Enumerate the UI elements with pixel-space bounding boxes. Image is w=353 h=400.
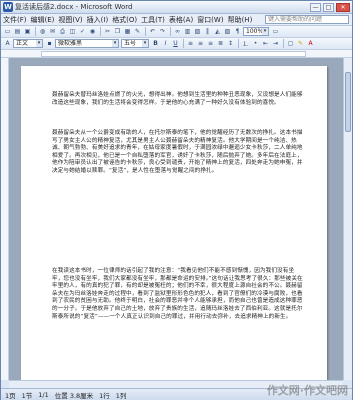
toolbar-separator	[183, 39, 184, 48]
undo-icon[interactable]: ↶	[148, 27, 157, 36]
show-hide-icon[interactable]: ¶	[233, 27, 242, 36]
toolbar-separator	[283, 39, 284, 48]
chevron-down-icon: ▾	[36, 40, 42, 47]
justify-icon[interactable]: ≣	[216, 39, 225, 48]
style-value: 正文	[16, 40, 29, 47]
increase-indent-icon[interactable]: ⇥	[271, 39, 280, 48]
style-select[interactable]: 正文 ▾	[13, 39, 43, 48]
copy-icon[interactable]: ❐	[113, 27, 122, 36]
menu-view[interactable]: 视图(V)	[58, 15, 82, 25]
bullets-icon[interactable]: •	[251, 39, 260, 48]
font-size-value: 五号	[124, 40, 137, 47]
align-center-icon[interactable]: ≡	[196, 39, 205, 48]
align-right-icon[interactable]: ≡	[206, 39, 215, 48]
menu-edit[interactable]: 编辑(E)	[31, 15, 55, 25]
status-position: 位置 3.8厘米	[54, 391, 94, 400]
menu-bar: 文件(F) 编辑(E) 视图(V) 插入(I) 格式(O) 工具(T) 表格(A…	[1, 14, 352, 26]
scrollbar-thumb[interactable]	[345, 72, 351, 132]
toolbar-separator	[170, 27, 171, 36]
status-line: 1行	[99, 391, 110, 400]
minimize-button[interactable]: —	[310, 2, 321, 12]
format-painter-icon[interactable]: ✎	[133, 27, 142, 36]
new-document-icon[interactable]: ▭	[3, 27, 12, 36]
font-value: 微软雅黑	[58, 40, 83, 47]
open-folder-icon[interactable]: ▤	[13, 27, 22, 36]
email-icon[interactable]: ✉	[48, 27, 57, 36]
bold-icon[interactable]: B	[151, 39, 160, 48]
document-area[interactable]: 聂赫留朵夫替玛丝洛娃点燃了的火光，想得出神。他想到生活里的种种丑恶现象，又设想是…	[9, 58, 343, 380]
paragraph[interactable]: 在我读这本书时，一位律师的话引起了我的注意：“我看见他们不能不感到惭愧，因为我们…	[52, 268, 303, 321]
excel-icon[interactable]: ▧	[193, 27, 202, 36]
ruler-text-area	[41, 51, 306, 57]
status-page: 1页	[5, 391, 16, 400]
numbering-icon[interactable]: ⒈	[241, 39, 250, 48]
menu-help[interactable]: 帮助(H)	[228, 15, 253, 25]
formatting-toolbar: A 正文 ▾ ▪ 微软雅黑 ▾ 五号 ▾ B I U ≡ ≡ ≡ ≣ ↕ ⒈ • ⇤ …	[1, 38, 352, 50]
font-color-style-icon[interactable]: ▪	[45, 39, 54, 48]
paste-icon[interactable]: ▦	[123, 27, 132, 36]
cut-icon[interactable]: ✂	[103, 27, 112, 36]
document-page[interactable]: 聂赫留朵夫替玛丝洛娃点燃了的火光，想得出神。他想到生活里的种种丑恶现象，又设想是…	[21, 66, 327, 380]
redo-icon[interactable]: ↷	[158, 27, 167, 36]
highlight-icon[interactable]: ✎	[296, 39, 305, 48]
font-select[interactable]: 微软雅黑 ▾	[55, 39, 119, 48]
hyperlink-icon[interactable]: ∞	[173, 27, 182, 36]
site-watermark: 作文网·作文吧网	[266, 384, 348, 397]
spelling-icon[interactable]: ✓	[78, 27, 87, 36]
styles-pane-icon[interactable]: A	[3, 39, 12, 48]
title-bar: W 复活读后感2.docx - Microsoft Word — □ ✕	[1, 1, 352, 14]
word-window: W 复活读后感2.docx - Microsoft Word — □ ✕ 文件(…	[0, 0, 353, 400]
paragraph[interactable]: 聂赫留朵夫从一个公爵变成有助的人，在托尔斯泰的笔下，他的觉醒经历了无数次的挣扎。…	[52, 130, 303, 176]
menu-tools[interactable]: 工具(T)	[141, 15, 165, 25]
chevron-down-icon: ▾	[142, 40, 148, 47]
columns-icon[interactable]: ‖	[203, 27, 212, 36]
toolbar-separator	[35, 27, 36, 36]
font-size-select[interactable]: 五号 ▾	[121, 39, 149, 48]
read-mode-icon[interactable]: ▭	[271, 27, 280, 36]
vertical-ruler[interactable]	[1, 58, 9, 380]
close-button[interactable]: ✕	[336, 2, 350, 12]
research-icon[interactable]: ◉	[88, 27, 97, 36]
menu-format[interactable]: 格式(O)	[112, 15, 137, 25]
menu-file[interactable]: 文件(F)	[3, 15, 27, 25]
save-icon[interactable]: ▣	[23, 27, 32, 36]
status-pages: 1/1	[38, 390, 49, 399]
maximize-button[interactable]: □	[323, 2, 334, 12]
zoom-select[interactable]: 100% ▾	[243, 27, 269, 36]
chevron-down-icon: ▾	[112, 40, 118, 47]
document-map-icon[interactable]: ▨	[223, 27, 232, 36]
paragraph[interactable]: 聂赫留朵夫替玛丝洛娃点燃了的火光，想得出神。他想到生活里的种种丑恶现象，又设想是…	[52, 92, 303, 107]
line-spacing-icon[interactable]: ↕	[226, 39, 235, 48]
help-search-input[interactable]: 键入需要帮助的问题	[265, 15, 349, 24]
table-icon[interactable]: ▥	[183, 27, 192, 36]
italic-icon[interactable]: I	[161, 39, 170, 48]
decrease-indent-icon[interactable]: ⇤	[261, 39, 270, 48]
toolbar-separator	[145, 27, 146, 36]
toolbar-separator	[100, 27, 101, 36]
horizontal-ruler[interactable]	[1, 50, 352, 58]
font-color-icon[interactable]: A	[306, 39, 315, 48]
menu-window[interactable]: 窗口(W)	[197, 15, 223, 25]
drawing-icon[interactable]: ◭	[213, 27, 222, 36]
border-icon[interactable]: ▢	[286, 39, 295, 48]
vertical-scrollbar[interactable]	[343, 58, 352, 380]
print-icon[interactable]: ⎙	[58, 27, 67, 36]
word-app-icon[interactable]: W	[3, 2, 13, 12]
chevron-down-icon: ▾	[262, 28, 268, 35]
menu-table[interactable]: 表格(A)	[169, 15, 193, 25]
print-preview-icon[interactable]: ◫	[68, 27, 77, 36]
status-section: 1节	[21, 391, 33, 400]
menu-insert[interactable]: 插入(I)	[87, 15, 109, 25]
status-column: 1列	[115, 391, 127, 400]
standard-toolbar: ▭ ▤ ▣ ◍ ✉ ⎙ ◫ ✓ ◉ ✂ ❐ ▦ ✎ ↶ ↷ ∞ ▥ ▧ ‖ ◭ …	[1, 26, 352, 38]
align-left-icon[interactable]: ≡	[186, 39, 195, 48]
toolbar-separator	[238, 39, 239, 48]
window-title: 复活读后感2.docx - Microsoft Word	[15, 3, 133, 11]
permission-icon[interactable]: ◍	[38, 27, 47, 36]
underline-icon[interactable]: U	[171, 39, 180, 48]
